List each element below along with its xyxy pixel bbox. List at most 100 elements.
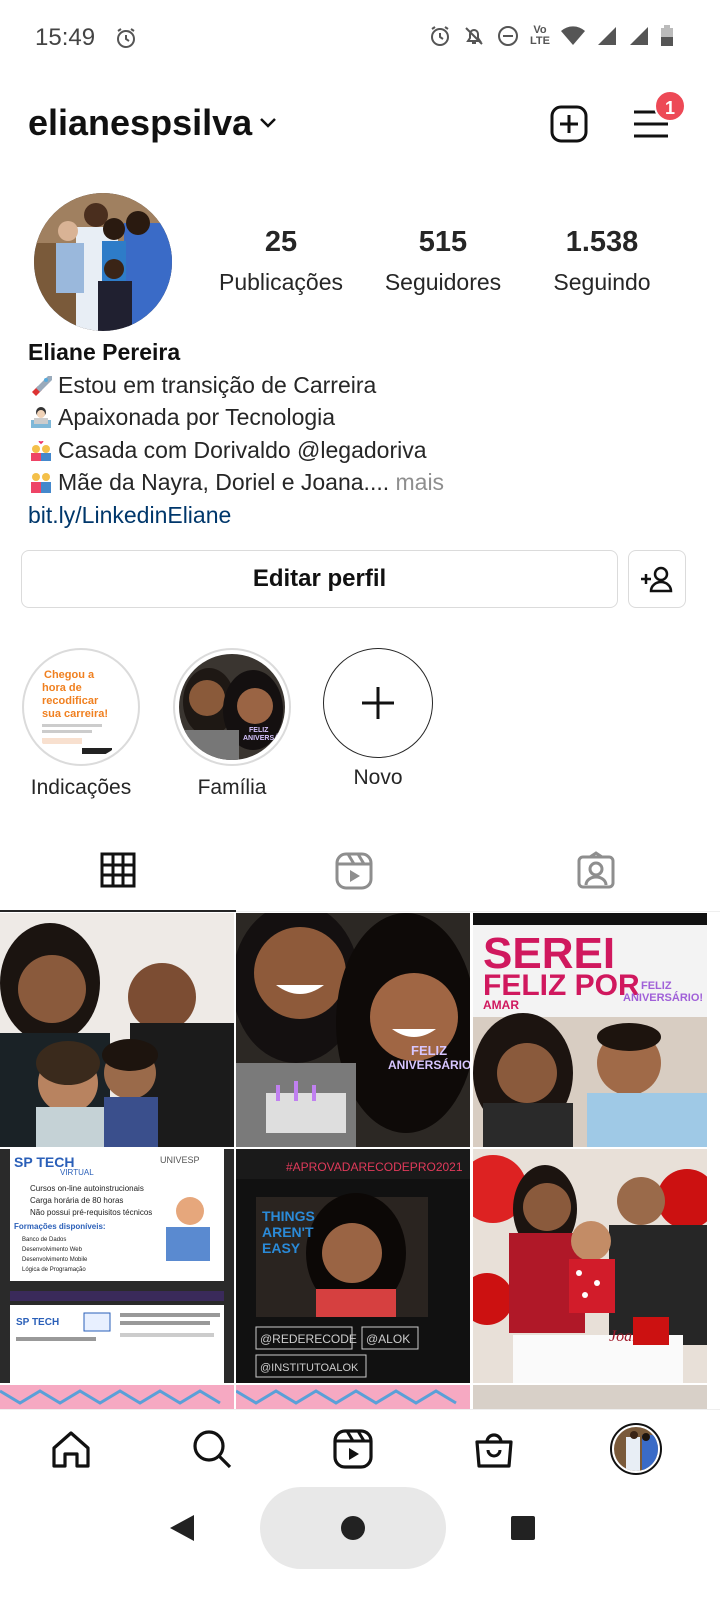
grid-icon [100, 852, 136, 888]
posts-count[interactable]: 25 Publicações [206, 226, 356, 296]
recents-icon[interactable] [510, 1515, 536, 1541]
svg-text:ANIVERSÁRIO!: ANIVERSÁRIO! [243, 733, 285, 742]
post-thumbnail[interactable]: FELIZ ANIVERSÁRIO! [236, 913, 470, 1147]
svg-text:@ALOK: @ALOK [366, 1332, 410, 1346]
tab-posts-grid[interactable] [0, 830, 236, 912]
back-icon[interactable] [168, 1513, 196, 1543]
add-person-icon [641, 566, 673, 593]
profile-tabs [0, 830, 720, 912]
followers-count[interactable]: 515 Seguidores [374, 226, 512, 296]
highlight-new[interactable]: Novo [322, 648, 434, 790]
technologist-icon [31, 407, 51, 428]
svg-text:Não possui pré-requisitos técn: Não possui pré-requisitos técnicos [30, 1208, 152, 1217]
svg-text:recodificar: recodificar [42, 695, 99, 707]
post-thumbnail[interactable]: #APROVADARECODEPRO2021 THINGS AREN'T EAS… [236, 1149, 470, 1383]
posts-value: 25 [264, 226, 298, 258]
highlight-label: Indicações [30, 776, 132, 799]
svg-text:sua carreira!: sua carreira! [42, 708, 108, 720]
svg-text:SP TECH: SP TECH [16, 1317, 59, 1328]
svg-text:Desenvolvimento Mobile: Desenvolvimento Mobile [22, 1257, 88, 1263]
following-count[interactable]: 1.538 Seguindo [536, 226, 668, 296]
svg-text:ANIVERSÁRIO!: ANIVERSÁRIO! [623, 991, 703, 1004]
username-switcher[interactable]: elianespsilva [28, 102, 252, 144]
family-icon [31, 473, 51, 493]
new-post-icon[interactable] [549, 104, 589, 144]
mute-icon [465, 27, 483, 45]
post-thumbnail[interactable]: SP TECH VIRTUAL UNIVESP Cursos on-line a… [0, 1149, 234, 1383]
bio-line: Apaixonada por Tecnologia [28, 401, 708, 434]
highlight-thumb: Chegou a hora de recodificar sua carreir… [28, 654, 134, 760]
status-time: 15:49 [35, 24, 96, 51]
svg-text:Formações disponíveis:: Formações disponíveis: [14, 1222, 106, 1231]
dnd-icon [498, 26, 519, 46]
volte-indicator: Vo LTE [530, 24, 550, 47]
svg-text:@REDERECODE: @REDERECODE [260, 1332, 357, 1346]
bio-line: Estou em transição de Carreira [28, 369, 708, 402]
highlight-indicacoes[interactable]: Chegou a hora de recodificar sua carreir… [18, 648, 144, 800]
bio: Eliane Pereira Estou em transição de Car… [28, 336, 708, 531]
highlight-thumb: FELIZ ANIVERSÁRIO! [179, 654, 285, 760]
signal-icon [598, 27, 616, 45]
svg-text:THINGS: THINGS [262, 1208, 315, 1224]
svg-text:FELIZ: FELIZ [249, 727, 269, 734]
reels-icon [335, 852, 373, 890]
shop-icon[interactable] [473, 1428, 515, 1470]
home-circle-icon[interactable] [340, 1515, 366, 1541]
svg-text:Lógica de Programação: Lógica de Programação [22, 1267, 86, 1273]
alarm-icon [431, 26, 450, 46]
chevron-down-icon[interactable] [258, 116, 278, 130]
profile-name: Eliane Pereira [28, 339, 181, 365]
followers-label: Seguidores [384, 269, 502, 295]
svg-text:EASY: EASY [262, 1240, 301, 1256]
post-sticker-text: FELIZ [411, 1043, 447, 1058]
followers-value: 515 [418, 226, 468, 258]
plus-icon [362, 687, 394, 719]
following-label: Seguindo [553, 269, 651, 295]
highlight-familia[interactable]: FELIZ ANIVERSÁRIO! Família [170, 648, 294, 800]
profile-header: elianespsilva 1 [0, 90, 720, 160]
tab-tagged[interactable] [472, 830, 720, 912]
svg-text:Chegou a: Chegou a [44, 669, 95, 681]
profile-avatar[interactable] [34, 193, 172, 331]
home-icon[interactable] [50, 1428, 92, 1470]
post-thumbnail[interactable] [0, 1385, 234, 1409]
svg-text:AREN'T: AREN'T [262, 1224, 314, 1240]
svg-text:hora de: hora de [42, 682, 82, 694]
svg-text:Desenvolvimento Web: Desenvolvimento Web [22, 1247, 83, 1253]
svg-text:Banco de Dados: Banco de Dados [22, 1237, 66, 1243]
svg-text:Carga horária de 80 horas: Carga horária de 80 horas [30, 1196, 123, 1205]
highlight-label: Novo [353, 766, 403, 789]
profile-tab-avatar[interactable] [610, 1423, 662, 1475]
tab-reels[interactable] [236, 830, 472, 912]
search-icon[interactable] [191, 1428, 233, 1470]
reels-icon[interactable] [332, 1428, 374, 1470]
svg-text:Cursos on-line autoinstruciona: Cursos on-line autoinstrucionais [30, 1184, 144, 1193]
svg-text:@INSTITUTOALOK: @INSTITUTOALOK [260, 1362, 359, 1374]
tagged-icon [577, 851, 615, 889]
bio-link[interactable]: bit.ly/LinkedinEliane [28, 499, 708, 532]
svg-text:#APROVADARECODEPRO2021: #APROVADARECODEPRO2021 [286, 1160, 463, 1174]
bio-line: Mãe da Nayra, Doriel e Joana.... mais [28, 466, 708, 499]
post-thumbnail[interactable] [0, 913, 234, 1147]
bio-line: Casada com Dorivaldo @legadoriva [28, 434, 708, 467]
svg-text:AMAR: AMAR [483, 998, 519, 1012]
edit-profile-button[interactable]: Editar perfil [21, 550, 618, 608]
svg-text:UNIVESP: UNIVESP [160, 1155, 200, 1165]
svg-text:FELIZ: FELIZ [641, 980, 672, 992]
battery-icon [661, 25, 673, 46]
post-thumbnail[interactable] [473, 1385, 707, 1409]
post-thumbnail[interactable] [236, 1385, 470, 1409]
bottom-navigation [0, 1409, 720, 1487]
highlight-label: Família [197, 776, 267, 799]
wifi-icon [561, 26, 585, 45]
posts-label: Publicações [218, 269, 344, 295]
notification-badge: 1 [654, 90, 686, 122]
following-value: 1.538 [565, 226, 639, 258]
svg-text:VIRTUAL: VIRTUAL [60, 1168, 94, 1177]
more-link[interactable]: mais [389, 469, 444, 495]
post-thumbnail[interactable]: SEREI FELIZ POR AMAR FELIZ ANIVERSÁRIO! [473, 913, 707, 1147]
post-thumbnail[interactable]: Joana [473, 1149, 707, 1383]
discover-people-button[interactable] [628, 550, 686, 608]
svg-text:ANIVERSÁRIO!: ANIVERSÁRIO! [388, 1057, 470, 1072]
rocket-icon [32, 375, 52, 396]
